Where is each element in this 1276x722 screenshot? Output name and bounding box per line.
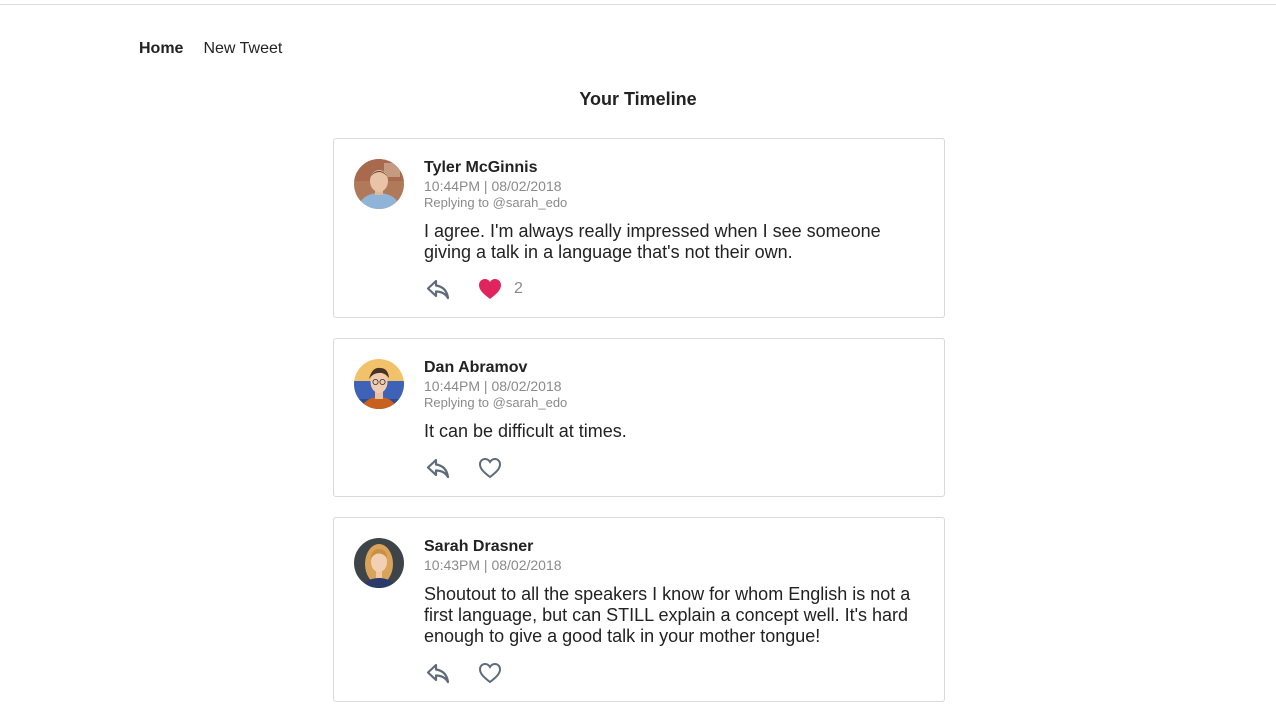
main-nav: Home New Tweet xyxy=(139,40,282,58)
like-button[interactable] xyxy=(478,662,514,684)
reply-button[interactable] xyxy=(426,662,478,684)
nav-home-link[interactable]: Home xyxy=(139,40,183,58)
heart-outline-icon xyxy=(478,457,502,479)
reply-button[interactable] xyxy=(426,457,478,479)
tweet-text: It can be difficult at times. xyxy=(424,421,627,441)
tweet-card[interactable]: Tyler McGinnis 10:44PM | 08/02/2018 Repl… xyxy=(333,138,945,318)
tweet-card[interactable]: Sarah Drasner 10:43PM | 08/02/2018 Shout… xyxy=(333,517,945,702)
avatar[interactable] xyxy=(354,359,404,409)
tweet-actions: 2 xyxy=(424,275,924,303)
like-count: 2 xyxy=(514,280,523,297)
tweet-author: Dan Abramov xyxy=(424,359,528,376)
top-border xyxy=(0,0,1276,5)
tweet-reply-to[interactable]: Replying to @sarah_edo xyxy=(424,195,924,211)
avatar[interactable] xyxy=(354,538,404,588)
like-button[interactable]: 2 xyxy=(478,278,523,300)
reply-icon xyxy=(426,279,450,300)
reply-button[interactable] xyxy=(426,278,478,300)
tweet-reply-to[interactable]: Replying to @sarah_edo xyxy=(424,395,924,411)
tweet-text: I agree. I'm always really impressed whe… xyxy=(424,221,881,262)
page-title: Your Timeline xyxy=(579,89,697,109)
heart-filled-icon xyxy=(479,279,501,299)
tweet-author: Tyler McGinnis xyxy=(424,159,538,176)
tweet-card[interactable]: Dan Abramov 10:44PM | 08/02/2018 Replyin… xyxy=(333,338,945,497)
reply-icon xyxy=(426,458,450,479)
nav-new-tweet-link[interactable]: New Tweet xyxy=(203,40,282,58)
tweet-timestamp: 10:44PM | 08/02/2018 xyxy=(424,178,562,194)
tweet-text: Shoutout to all the speakers I know for … xyxy=(424,584,911,646)
heart-outline-icon xyxy=(478,662,502,684)
reply-icon xyxy=(426,663,450,684)
tweet-timestamp: 10:44PM | 08/02/2018 xyxy=(424,378,562,394)
like-button[interactable] xyxy=(478,457,514,479)
avatar[interactable] xyxy=(354,159,404,209)
tweet-actions xyxy=(424,659,924,687)
timeline-list: Tyler McGinnis 10:44PM | 08/02/2018 Repl… xyxy=(333,138,945,722)
tweet-author: Sarah Drasner xyxy=(424,538,534,555)
tweet-timestamp: 10:43PM | 08/02/2018 xyxy=(424,557,562,573)
tweet-actions xyxy=(424,454,924,482)
